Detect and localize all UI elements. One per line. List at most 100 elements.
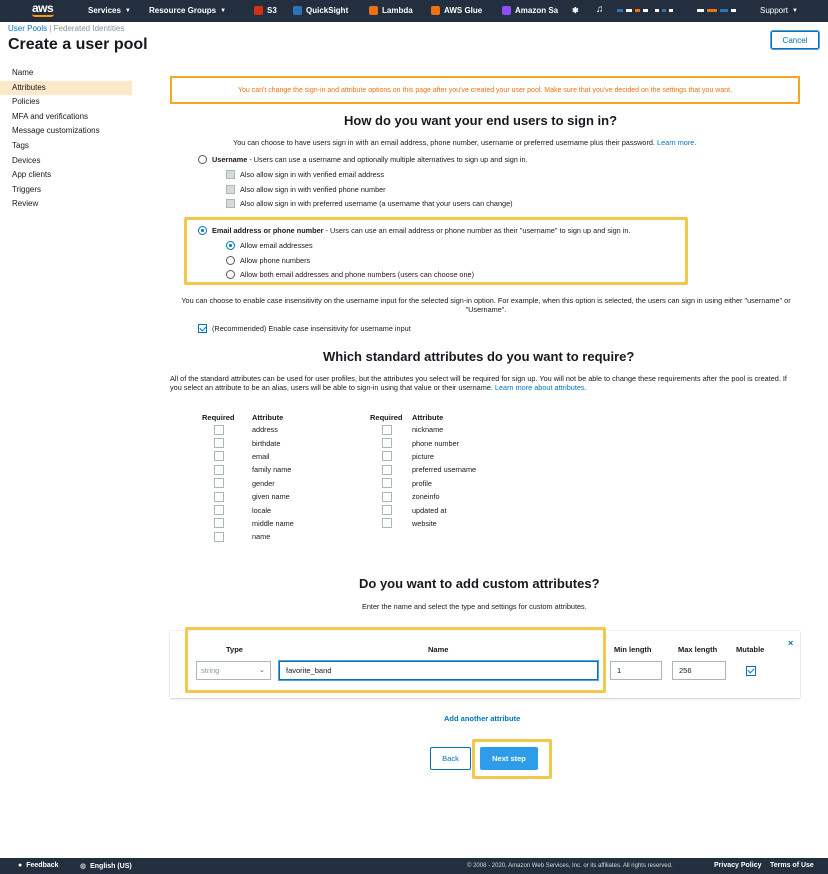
redacted-user-info[interactable]	[697, 9, 736, 12]
type-select[interactable]: string ⌄	[196, 661, 271, 680]
attribute-required-checkbox[interactable]	[382, 505, 392, 516]
email-or-phone-radio[interactable]	[198, 226, 207, 235]
glue-icon	[431, 6, 440, 15]
shortcut-s3[interactable]: S3	[254, 6, 277, 15]
attribute-label: birthdate	[252, 438, 281, 448]
allow-email-radio[interactable]	[226, 241, 235, 250]
email-or-phone-option[interactable]: Email address or phone number - Users ca…	[198, 226, 630, 235]
attribute-required-checkbox[interactable]	[214, 518, 224, 529]
attribute-required-checkbox[interactable]	[382, 491, 392, 502]
attribute-required-checkbox[interactable]	[214, 451, 224, 462]
shortcut-amazon-sa[interactable]: Amazon Sa	[502, 6, 558, 15]
lambda-icon	[369, 6, 378, 15]
username-option[interactable]: Username - Users can use a username and …	[198, 155, 528, 164]
resource-groups-menu[interactable]: Resource Groups ▼	[149, 6, 226, 15]
attribute-label: name	[252, 532, 271, 542]
attribute-row: profile	[382, 477, 432, 490]
next-step-button[interactable]: Next step	[480, 747, 538, 770]
case-insensitivity-checkbox[interactable]	[198, 324, 207, 333]
sidebar-item-review[interactable]: Review	[0, 197, 132, 212]
attribute-label: picture	[412, 451, 434, 461]
mutable-checkbox[interactable]	[746, 666, 756, 676]
attribute-required-checkbox[interactable]	[382, 478, 392, 489]
back-button[interactable]: Back	[430, 747, 471, 770]
attribute-label: profile	[412, 478, 432, 488]
warning-banner: You can't change the sign-in and attribu…	[170, 76, 800, 104]
aws-logo-smile-icon	[32, 14, 54, 17]
attribute-row: picture	[382, 450, 434, 463]
attribute-label: address	[252, 425, 278, 435]
remove-attribute-close-icon[interactable]: ×	[788, 638, 793, 648]
sidebar-item-policies[interactable]: Policies	[0, 95, 132, 110]
sidebar-item-messages[interactable]: Message customizations	[0, 124, 132, 139]
allow-email-option[interactable]: Allow email addresses	[226, 241, 313, 250]
amazon-sa-icon	[502, 6, 511, 15]
redacted-region-info[interactable]	[655, 9, 673, 12]
attributes-learn-more-link[interactable]: Learn more about attributes.	[495, 383, 587, 392]
shortcut-lambda[interactable]: Lambda	[369, 6, 413, 15]
type-select-value: string	[201, 666, 220, 675]
max-length-input[interactable]: 256	[672, 661, 726, 680]
attribute-required-checkbox[interactable]	[214, 478, 224, 489]
attribute-required-checkbox[interactable]	[382, 451, 392, 462]
shortcut-quicksight[interactable]: QuickSight	[293, 6, 348, 15]
allow-both-option[interactable]: Allow both email addresses and phone num…	[226, 270, 474, 279]
sidebar-item-devices[interactable]: Devices	[0, 154, 132, 169]
max-length-col-header: Max length	[678, 645, 718, 654]
sidebar-item-triggers[interactable]: Triggers	[0, 183, 132, 198]
attribute-required-checkbox[interactable]	[214, 505, 224, 516]
attribute-required-checkbox[interactable]	[382, 438, 392, 449]
attribute-label: middle name	[252, 518, 294, 528]
signin-learn-more-link[interactable]: Learn more.	[657, 138, 696, 147]
mutable-col-header: Mutable	[736, 645, 765, 654]
attribute-required-checkbox[interactable]	[214, 464, 224, 475]
bell-icon[interactable]: ♫	[596, 4, 604, 15]
user-pools-link[interactable]: User Pools	[8, 24, 47, 33]
terms-of-use-link[interactable]: Terms of Use	[770, 862, 814, 869]
redacted-account-info[interactable]	[617, 9, 648, 12]
language-selector[interactable]: ◍ English (US)	[80, 862, 132, 871]
cancel-button[interactable]: Cancel	[770, 30, 820, 50]
attribute-row: phone number	[382, 436, 459, 449]
sidebar-item-name[interactable]: Name	[0, 66, 132, 81]
globe-icon: ◍	[80, 863, 87, 870]
min-length-input[interactable]: 1	[610, 661, 662, 680]
custom-attribute-name-input[interactable]: favorite_band	[279, 661, 598, 680]
privacy-policy-link[interactable]: Privacy Policy	[714, 862, 761, 869]
min-length-col-header: Min length	[614, 645, 652, 654]
attribute-required-checkbox[interactable]	[214, 424, 224, 435]
attribute-required-checkbox[interactable]	[382, 464, 392, 475]
attribute-required-checkbox[interactable]	[214, 491, 224, 502]
attribute-col-header: Attribute	[412, 413, 444, 422]
sidebar-item-app-clients[interactable]: App clients	[0, 168, 132, 183]
federated-identities-link[interactable]: Federated Identities	[54, 24, 125, 33]
pin-icon[interactable]: ✱	[572, 6, 579, 15]
add-another-attribute-link[interactable]: Add another attribute	[444, 714, 520, 723]
attribute-row: email	[214, 450, 269, 463]
speech-bubble-icon: ●	[18, 862, 23, 869]
shortcut-aws-glue[interactable]: AWS Glue	[431, 6, 482, 15]
sidebar-item-tags[interactable]: Tags	[0, 139, 132, 154]
allow-phone-option[interactable]: Allow phone numbers	[226, 256, 310, 265]
aws-logo[interactable]: aws	[32, 1, 54, 15]
attribute-required-checkbox[interactable]	[382, 424, 392, 435]
attribute-row: zoneinfo	[382, 490, 440, 503]
support-menu[interactable]: Support ▼	[760, 6, 798, 15]
case-insensitivity-option[interactable]: (Recommended) Enable case insensitivity …	[198, 324, 411, 333]
attribute-required-checkbox[interactable]	[214, 531, 224, 542]
attribute-required-checkbox[interactable]	[382, 518, 392, 529]
attribute-label: preferred username	[412, 465, 477, 475]
footer: ● Feedback ◍ English (US) © 2008 - 2020, A…	[0, 858, 828, 874]
username-radio[interactable]	[198, 155, 207, 164]
custom-attributes-heading: Do you want to add custom attributes?	[359, 576, 600, 591]
attribute-label: gender	[252, 478, 275, 488]
services-menu[interactable]: Services ▼	[88, 6, 131, 15]
feedback-link[interactable]: ● Feedback	[18, 862, 59, 869]
attribute-required-checkbox[interactable]	[214, 438, 224, 449]
sidebar-item-mfa[interactable]: MFA and verifications	[0, 110, 132, 125]
attribute-label: given name	[252, 492, 290, 502]
username-alt-phone: Also allow sign in with verified phone n…	[226, 185, 386, 194]
sidebar-item-attributes[interactable]: Attributes	[0, 80, 132, 96]
allow-phone-radio[interactable]	[226, 256, 235, 265]
allow-both-radio[interactable]	[226, 270, 235, 279]
